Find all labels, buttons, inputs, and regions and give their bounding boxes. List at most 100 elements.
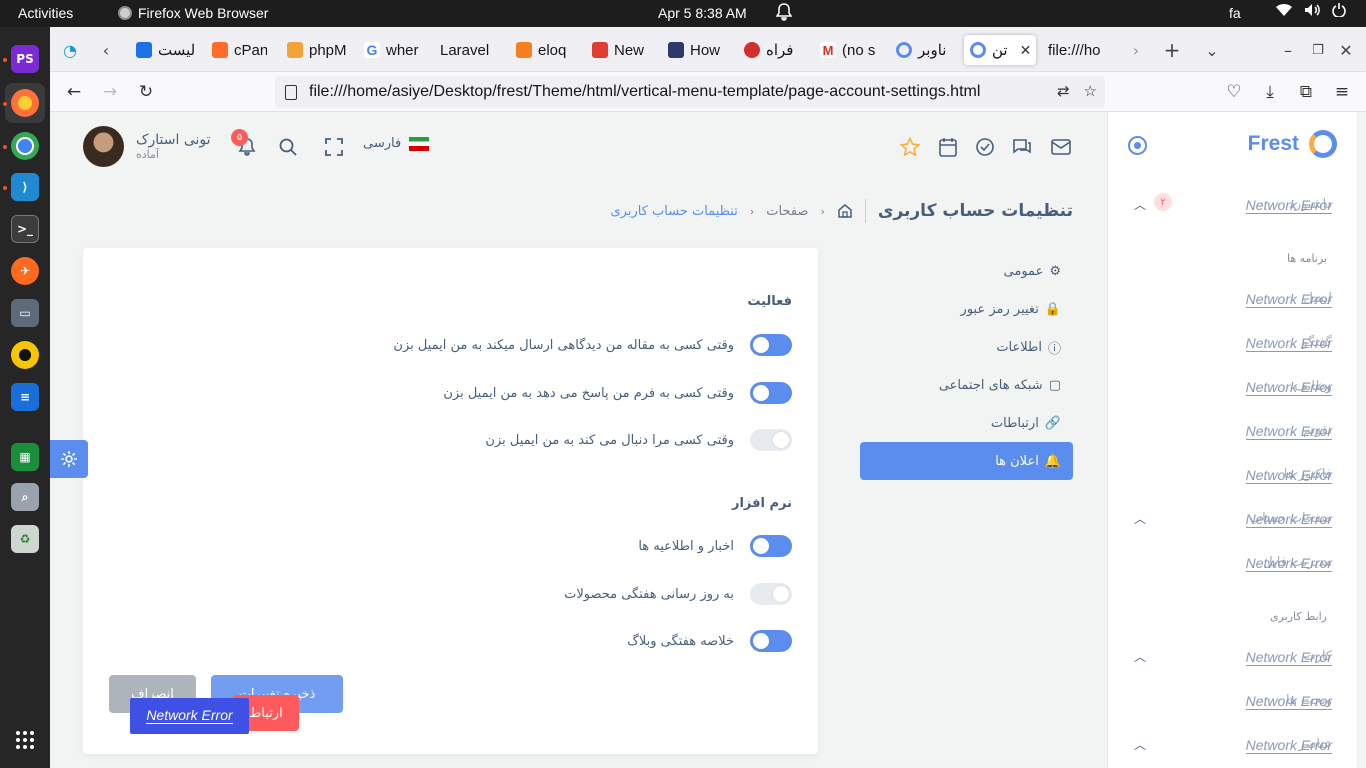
option-label[interactable]: وقتی کسی به فرم من پاسخ می دهد به من ایم… <box>443 386 734 401</box>
page-info-icon[interactable] <box>285 84 297 100</box>
star-icon[interactable] <box>899 136 921 158</box>
language-switcher[interactable]: فارسی <box>363 136 430 151</box>
tab-notifications[interactable]: 🔔 اعلان ها <box>860 442 1073 480</box>
app-menu[interactable]: Firefox Web Browser <box>118 5 268 21</box>
image-viewer-icon[interactable]: ⌕ <box>11 483 39 511</box>
tab-7[interactable]: How <box>668 35 724 65</box>
back-icon[interactable]: ← <box>62 80 86 104</box>
pocket-icon[interactable]: ♡ <box>1222 80 1246 104</box>
activity-option-comment: وقتی کسی به مقاله من دیدگاهی ارسال میکند… <box>393 334 792 356</box>
menu-item-file-manager[interactable]: مدیریت فایل Network Error <box>1108 549 1358 577</box>
postman-icon[interactable]: ✈ <box>11 257 39 285</box>
calc-icon[interactable]: ▦ <box>11 443 39 471</box>
option-label[interactable]: خلاصه هفتگی وبلاگ <box>627 634 734 649</box>
writer-icon[interactable]: ≡ <box>11 383 39 411</box>
firefox-dock-icon[interactable] <box>11 89 39 117</box>
rhythmbox-icon[interactable] <box>11 341 39 369</box>
input-language[interactable]: fa <box>1229 5 1241 21</box>
user-dropdown[interactable]: تونی استارک آماده <box>83 126 211 167</box>
activities-button[interactable]: Activities <box>18 5 73 21</box>
option-label[interactable]: اخبار و اطلاعیه ها <box>638 539 734 554</box>
toggle-switch[interactable] <box>750 535 792 557</box>
menu-item-account-pages[interactable]: صفحات حساب Network Error ︿ <box>1108 505 1358 533</box>
phpstorm-icon[interactable]: PS <box>11 45 39 73</box>
downloads-icon[interactable]: ⤓ <box>1258 80 1282 104</box>
menu-item-dashboard[interactable]: داشبورد Network Error ۲ ︿ <box>1108 191 1358 219</box>
bookmark-star-icon[interactable]: ☆ <box>1084 82 1097 100</box>
minimize-icon[interactable]: – <box>1276 35 1300 65</box>
faradars-icon <box>744 42 760 58</box>
extensions-icon[interactable]: ⧉ <box>1294 80 1318 104</box>
search-icon[interactable] <box>277 136 299 158</box>
maximize-icon[interactable]: ❐ <box>1306 35 1330 65</box>
chrome-icon[interactable] <box>11 132 39 160</box>
forward-icon[interactable]: → <box>98 80 122 104</box>
tab-scroll-left-icon[interactable]: ‹ <box>94 35 118 65</box>
trash-icon[interactable]: ♻ <box>11 525 39 553</box>
tab-12[interactable]: file:///ho <box>1048 35 1108 65</box>
chat-icon[interactable] <box>1011 136 1033 158</box>
mail-icon[interactable] <box>1050 136 1072 158</box>
vscode-icon[interactable]: ⟩ <box>11 173 39 201</box>
files-icon[interactable]: ▭ <box>11 299 39 327</box>
todo-check-icon[interactable] <box>974 136 996 158</box>
new-tab-icon[interactable]: + <box>1160 35 1184 65</box>
clock[interactable]: Apr 5 8:38 AM <box>658 5 747 21</box>
tab-11-active[interactable]: تن ✕ <box>964 35 1036 65</box>
tab-info[interactable]: ⓘ اطلاعات <box>860 328 1073 366</box>
option-label[interactable]: وقتی کسی مرا دنبال می کند به من ایمیل بز… <box>485 433 734 448</box>
translate-icon[interactable]: ⇄ <box>1057 82 1070 100</box>
menu-item-chat[interactable]: گفتگو Network Error <box>1108 329 1358 357</box>
tab-6[interactable]: New <box>592 35 648 65</box>
power-icon <box>1332 3 1346 21</box>
reload-icon[interactable]: ↻ <box>134 80 158 104</box>
tab-8[interactable]: فراه <box>744 35 802 65</box>
menu-toggle-icon[interactable] <box>1128 136 1147 155</box>
list-tabs-icon[interactable]: ⌄ <box>1200 35 1224 65</box>
tab-0[interactable]: لیست <box>136 35 198 65</box>
tab-10[interactable]: ناوبر <box>896 35 952 65</box>
menu-item-email[interactable]: ایمیل Network Error <box>1108 285 1358 313</box>
toggle-switch[interactable] <box>750 583 792 605</box>
app-menu-icon[interactable]: ≡ <box>1330 80 1354 104</box>
calendar-icon[interactable] <box>937 136 959 158</box>
tab-4[interactable]: Laravel <box>440 35 502 65</box>
firefox-view-icon[interactable]: ◔ <box>58 35 82 65</box>
tab-connections[interactable]: 🔗 ارتباطات <box>860 404 1073 442</box>
tab-2[interactable]: phpM <box>287 35 347 65</box>
tab-change-password[interactable]: 🔒 تغییر رمز عبور <box>860 290 1073 328</box>
fullscreen-icon[interactable] <box>323 136 345 158</box>
option-label[interactable]: وقتی کسی به مقاله من دیدگاهی ارسال میکند… <box>393 338 734 353</box>
show-apps-icon[interactable] <box>16 731 34 749</box>
menu-item-widgets[interactable]: ویجت ها Network Error <box>1108 687 1358 715</box>
home-icon[interactable] <box>837 203 853 219</box>
breadcrumb-divider <box>864 199 866 223</box>
system-status-area[interactable] <box>1276 3 1346 21</box>
breadcrumb-pages[interactable]: صفحات <box>766 204 808 219</box>
url-bar[interactable]: file:///home/asiye/Desktop/frest/Theme/h… <box>275 76 1105 108</box>
menu-item-elements[interactable]: عناصر Network Error ︿ <box>1108 731 1358 759</box>
tab-social-links[interactable]: ▢ شبکه های اجتماعی <box>860 366 1073 404</box>
menu-item-todo[interactable]: وظایف Network Error <box>1108 373 1358 401</box>
option-label[interactable]: به روز رسانی هفتگی محصولات <box>564 587 734 602</box>
tab-scroll-right-icon[interactable]: › <box>1124 35 1148 65</box>
notification-bell-icon[interactable] <box>775 3 793 24</box>
tab-general[interactable]: ⚙ عمومی <box>860 252 1073 290</box>
customizer-gear-icon[interactable] <box>50 440 88 478</box>
menu-item-cards[interactable]: کارت Network Error ︿ <box>1108 643 1358 671</box>
tab-5[interactable]: eloq <box>516 35 572 65</box>
url-text[interactable]: file:///home/asiye/Desktop/frest/Theme/h… <box>309 83 980 101</box>
toggle-switch[interactable] <box>750 382 792 404</box>
menu-item-calendar[interactable]: تقویم Network Error <box>1108 417 1358 445</box>
terminal-icon[interactable]: >_ <box>11 215 39 243</box>
brand-logo[interactable]: Frest <box>1248 130 1337 158</box>
toggle-switch[interactable] <box>750 630 792 652</box>
toggle-switch[interactable] <box>750 429 792 451</box>
tab-3[interactable]: G wher <box>364 35 420 65</box>
menu-item-invoices[interactable]: فاکتور ها Network Error <box>1108 461 1358 489</box>
close-tab-icon[interactable]: ✕ <box>1020 42 1032 59</box>
toggle-switch[interactable] <box>750 334 792 356</box>
tab-9[interactable]: M (no s <box>820 35 876 65</box>
tab-1[interactable]: cPan <box>212 35 267 65</box>
close-window-icon[interactable]: ✕ <box>1334 35 1358 65</box>
